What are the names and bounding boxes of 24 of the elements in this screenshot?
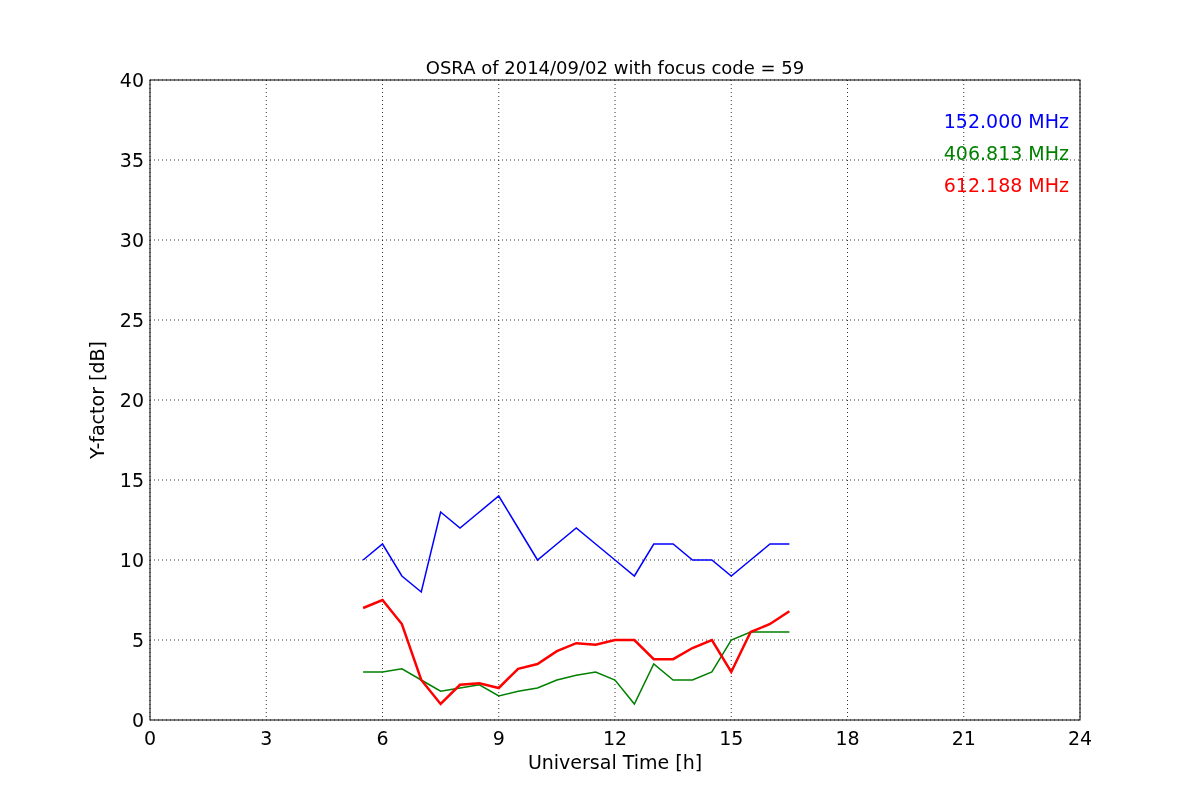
x-tick-label: 3 [260,727,273,749]
x-tick-label: 9 [492,727,505,749]
x-tick-label: 6 [376,727,389,749]
legend-label: 612.188 MHz [943,174,1069,196]
legend-label: 152.000 MHz [943,110,1069,132]
y-tick-label: 35 [119,149,144,171]
y-tick-label: 40 [119,69,144,91]
legend-label: 406.813 MHz [943,142,1069,164]
y-tick-label: 15 [119,469,144,491]
x-tick-label: 24 [1067,727,1093,749]
x-tick-label: 0 [143,727,157,749]
y-tick-label: 30 [119,229,144,251]
x-tick-label: 12 [602,727,628,749]
x-tick-label: 18 [835,727,860,749]
x-tick-label: 21 [951,727,976,749]
x-tick-label: 15 [719,727,744,749]
y-tick-label: 25 [119,309,144,331]
y-tick-label: 0 [131,709,144,731]
y-tick-label: 10 [119,549,144,571]
chart-title: OSRA of 2014/09/02 with focus code = 59 [425,57,805,78]
y-tick-label: 20 [119,389,144,411]
y-axis-label: Y-factor [dB] [86,341,108,459]
y-tick-label: 5 [131,629,144,651]
x-axis-label: Universal Time [h] [527,751,703,773]
